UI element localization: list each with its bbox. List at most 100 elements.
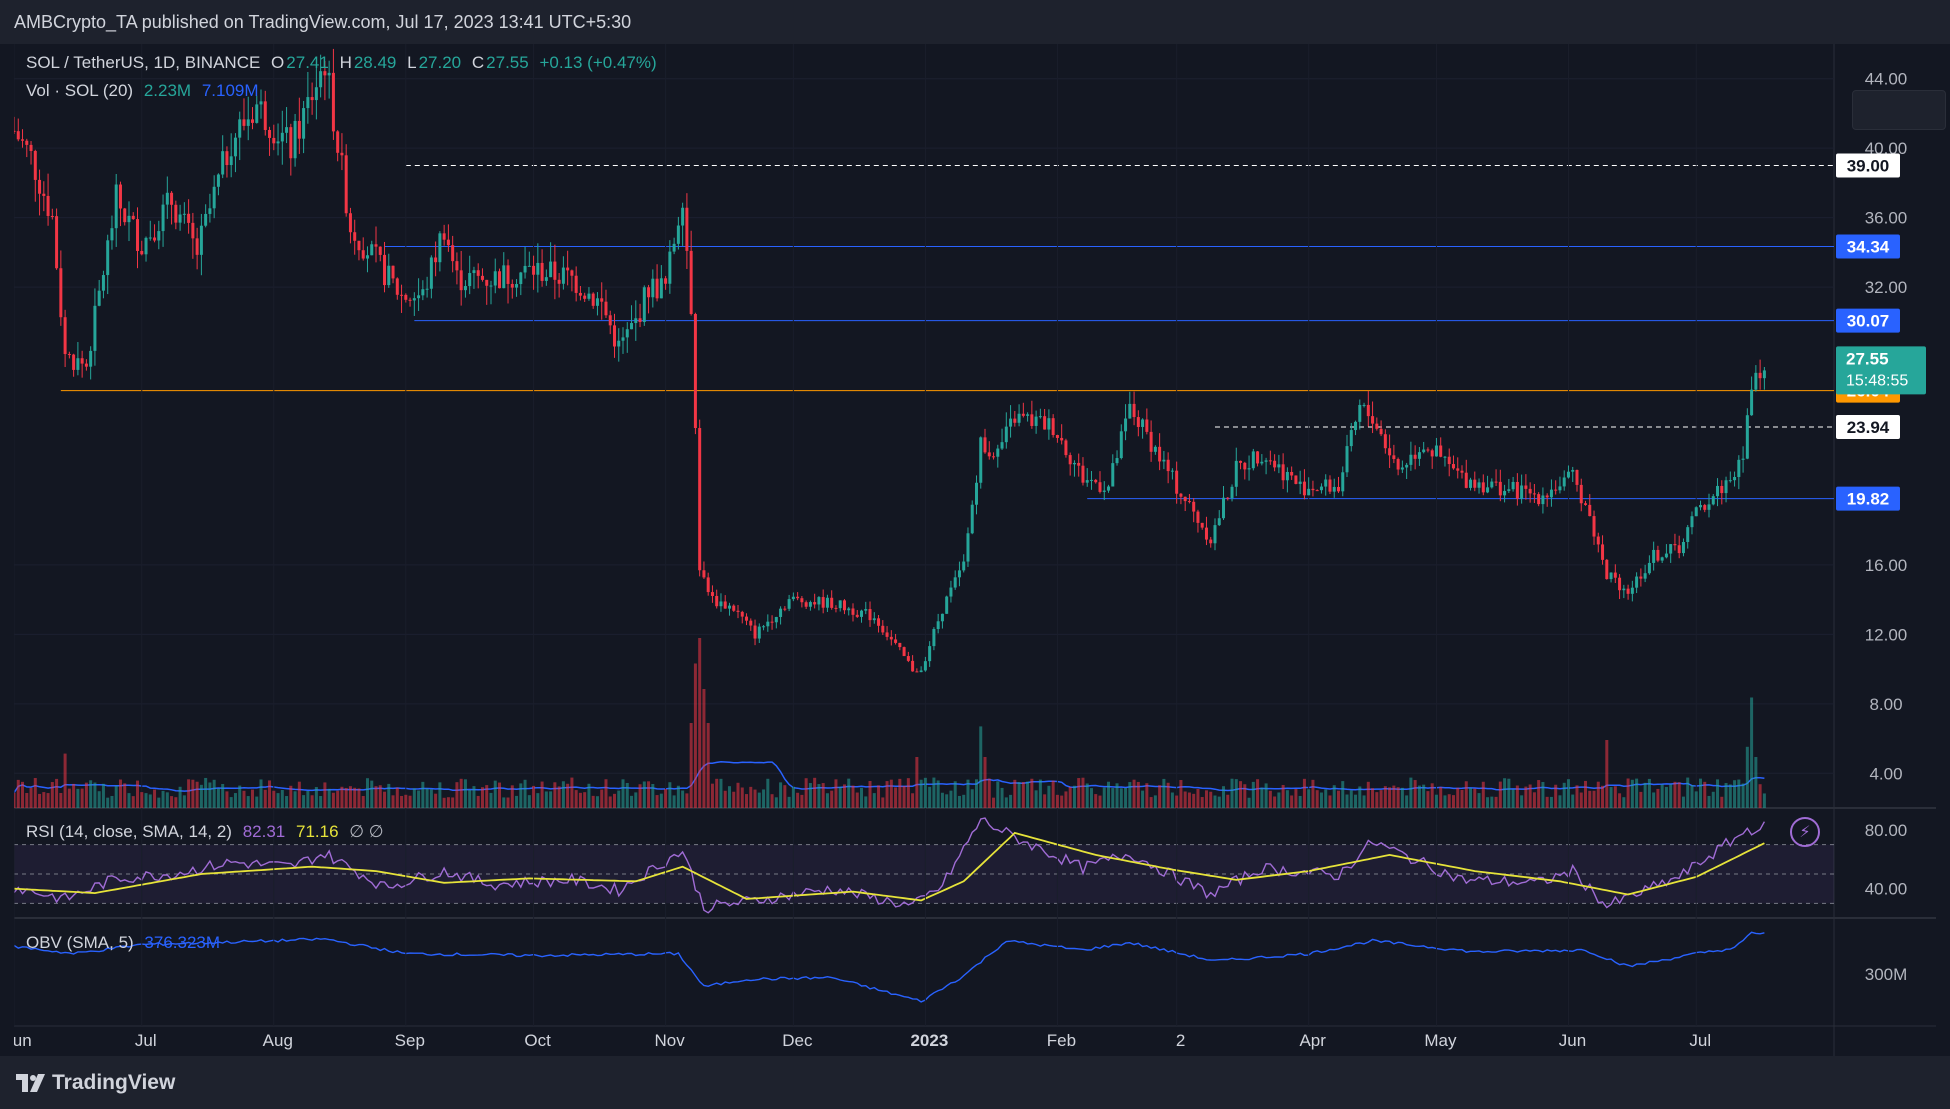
volume-bar (953, 781, 957, 808)
volume-bar (804, 778, 808, 808)
candle-body (928, 646, 932, 662)
candle-body (651, 278, 655, 298)
candle-body (170, 192, 174, 205)
volume-bar (123, 783, 127, 808)
volume-bar (1750, 697, 1754, 808)
x-tick-label: Jul (1689, 1031, 1711, 1050)
volume-bar (651, 783, 655, 808)
volume-bar (647, 781, 651, 808)
candle-body (1158, 446, 1162, 462)
bolt-icon[interactable]: ⚡ (1790, 817, 1820, 847)
volume-bar (67, 788, 71, 808)
candle-body (1745, 415, 1749, 459)
volume-bar (655, 795, 659, 808)
volume-bar (877, 785, 881, 808)
candle-body (1515, 481, 1519, 499)
candle-body (1200, 522, 1204, 528)
candle-body (272, 137, 276, 144)
tradingview-logo[interactable]: TradingView (16, 1071, 175, 1095)
candle-body (962, 561, 966, 571)
volume-bar (1038, 779, 1042, 808)
candle-body (1128, 403, 1132, 419)
volume-bar (1677, 782, 1681, 808)
candle-body (774, 616, 778, 623)
volume-bar (1626, 778, 1630, 808)
candle-body (1141, 419, 1145, 427)
candle-body (1413, 454, 1417, 459)
candle-body (1187, 501, 1191, 503)
volume-bar (600, 789, 604, 808)
candle-body (1055, 434, 1059, 438)
volume-bar (745, 794, 749, 808)
volume-bar (1686, 777, 1690, 808)
volume-bar (1733, 780, 1737, 808)
volume-bar (1554, 784, 1558, 808)
candle-body (1366, 404, 1370, 417)
candle-body (1026, 414, 1030, 416)
settings-box[interactable] (1852, 90, 1946, 130)
candle-body (216, 174, 220, 187)
candle-body (745, 616, 749, 621)
candle-body (578, 292, 582, 296)
candle-body (187, 213, 191, 223)
candle-body (668, 251, 672, 284)
candle-body (1132, 403, 1136, 418)
volume-bar (1294, 789, 1298, 808)
candle-body (1170, 470, 1174, 472)
volume-bar (1047, 785, 1051, 808)
candle-body (911, 660, 915, 672)
volume-bar (1332, 785, 1336, 808)
candle-body (1179, 493, 1183, 497)
volume-bar (46, 793, 50, 808)
volume-bar (630, 795, 634, 808)
candle-body (242, 119, 246, 126)
candle-body (204, 213, 208, 226)
candle-body (498, 271, 502, 289)
candle-body (830, 597, 834, 608)
volume-bar (1643, 782, 1647, 808)
volume-bar (536, 793, 540, 808)
volume-bar (178, 786, 182, 808)
volume-bar (1175, 795, 1179, 808)
low-value: 27.20 (418, 53, 462, 72)
candle-body (370, 244, 374, 256)
volume-bar (527, 795, 531, 808)
volume-bar (1541, 781, 1545, 808)
volume-bar (148, 794, 152, 808)
rsi-tick-label: 80.00 (1865, 821, 1908, 840)
volume-bar (1605, 740, 1609, 808)
volume-bar (1596, 781, 1600, 808)
price-chart[interactable]: 4.00 8.00 12.00 16.00 32.00 36.00 40.00 44.00 39… (14, 44, 1936, 1056)
candle-body (553, 261, 557, 280)
candle-body (974, 482, 978, 505)
candle-body (336, 131, 340, 153)
candle-body (727, 605, 731, 609)
candle-body (1566, 471, 1570, 478)
volume-ma-value: 7.109M (201, 81, 259, 100)
candle-body (1285, 471, 1289, 481)
candle-body (1656, 549, 1660, 561)
top-bar: AMBCrypto_TA published on TradingView.co… (0, 0, 1950, 44)
candle-body (1541, 495, 1545, 505)
candle-body (1281, 464, 1285, 481)
level-label: 39.00 (1847, 157, 1890, 176)
x-tick-label: Oct (524, 1031, 551, 1050)
candle-body (736, 610, 740, 612)
chart-area[interactable]: 4.00 8.00 12.00 16.00 32.00 36.00 40.00 44.00 39… (14, 44, 1946, 1056)
candle-body (238, 119, 242, 138)
rsi-extra: ∅ ∅ (349, 822, 384, 841)
volume-bar (361, 795, 365, 808)
volume-bar (55, 778, 59, 808)
volume-bar (425, 788, 429, 808)
candle-body (84, 363, 88, 367)
candle-body (906, 656, 910, 661)
candle-body (1260, 461, 1264, 464)
volume-bar (732, 791, 736, 808)
candle-body (1021, 413, 1025, 416)
volume-bar (1737, 779, 1741, 808)
volume-bar (979, 726, 983, 808)
candle-body (1728, 480, 1732, 482)
candle-body (702, 570, 706, 578)
volume-bar (153, 789, 157, 808)
candle-body (770, 621, 774, 623)
